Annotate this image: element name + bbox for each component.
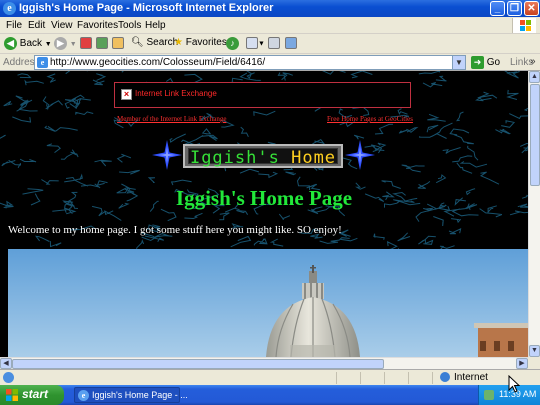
back-label: Back	[19, 38, 43, 50]
address-bar: Address e http://www.geocities.com/Colos…	[0, 54, 540, 71]
address-dropdown-icon[interactable]: ▼	[452, 56, 465, 69]
go-arrow-icon: ➜	[471, 56, 484, 69]
minimize-button[interactable]: _	[490, 1, 505, 16]
task-label: Iggish's Home Page - ...	[92, 390, 188, 400]
ie-task-icon: e	[78, 390, 89, 401]
security-zone: Internet	[440, 372, 488, 383]
status-divider	[432, 372, 433, 384]
web-page-content: × Internet Link Exchange Member of the I…	[0, 71, 528, 357]
logo-word-2: Home	[291, 148, 337, 168]
st-peters-dome-photo	[8, 249, 528, 357]
home-logo: Iggish's Home	[183, 144, 343, 168]
title-bar: e Iggish's Home Page - Microsoft Interne…	[0, 0, 540, 17]
stop-button[interactable]	[80, 37, 92, 49]
search-button[interactable]: 🔍︎ Search	[131, 37, 178, 48]
internet-globe-icon	[440, 372, 450, 383]
forward-dropdown-icon[interactable]: ▼	[70, 41, 77, 48]
address-input[interactable]: e http://www.geocities.com/Colosseum/Fie…	[34, 55, 466, 70]
right-star-icon	[345, 140, 375, 170]
menu-help[interactable]: Help	[145, 20, 166, 31]
scroll-left-icon[interactable]: ◀	[0, 358, 12, 369]
edit-button[interactable]	[285, 37, 297, 49]
media-button[interactable]: ♪	[226, 37, 239, 50]
menu-bar: File Edit View Favorites Tools Help	[0, 17, 540, 34]
link-free-home-pages[interactable]: Free Home Pages at GeoCities	[327, 115, 413, 123]
welcome-text: Welcome to my home page. I got some stuf…	[8, 224, 342, 236]
mail-icon	[246, 37, 258, 49]
print-button[interactable]	[268, 37, 280, 49]
mouse-cursor-icon	[508, 375, 520, 393]
zone-label: Internet	[454, 372, 488, 383]
status-bar: Internet	[0, 369, 540, 385]
scrollbar-corner	[528, 357, 540, 369]
media-icon: ♪	[226, 37, 239, 50]
page-status-icon	[3, 372, 14, 383]
links-chevron-icon[interactable]: »	[530, 56, 536, 67]
forward-arrow-icon: ▶	[54, 37, 67, 50]
go-button[interactable]: ➜ Go	[471, 56, 500, 69]
tray-network-icon[interactable]	[484, 390, 494, 400]
print-icon	[268, 37, 280, 49]
status-divider	[384, 372, 385, 384]
scroll-up-icon[interactable]: ▲	[529, 71, 540, 83]
start-label: start	[22, 387, 49, 401]
link-exchange-banner[interactable]: × Internet Link Exchange	[114, 82, 411, 108]
back-arrow-icon: ◀	[4, 37, 17, 50]
status-divider	[408, 372, 409, 384]
home-button[interactable]	[112, 37, 124, 49]
scroll-down-icon[interactable]: ▼	[529, 345, 540, 357]
edit-page-icon	[285, 37, 297, 49]
go-label: Go	[486, 57, 501, 69]
stop-icon	[80, 37, 92, 49]
page-icon: e	[37, 57, 48, 68]
status-divider	[336, 372, 337, 384]
menu-favorites[interactable]: Favorites	[77, 20, 118, 31]
scroll-right-icon[interactable]: ▶	[516, 358, 528, 369]
home-icon	[112, 37, 124, 49]
refresh-button[interactable]	[96, 37, 108, 49]
horizontal-scrollbar[interactable]: ◀ ▶	[0, 357, 528, 369]
menu-view[interactable]: View	[51, 20, 73, 31]
page-heading: Iggish's Home Page	[175, 186, 353, 210]
left-star-icon	[152, 140, 182, 170]
banner-text: Internet Link Exchange	[135, 89, 217, 98]
horizontal-scroll-thumb[interactable]	[12, 359, 384, 369]
maximize-button[interactable]: ❐	[507, 1, 522, 16]
search-icon: 🔍︎	[131, 37, 144, 48]
ie-logo-icon: e	[3, 2, 16, 15]
status-divider	[360, 372, 361, 384]
link-member-exchange[interactable]: Member of the Internet Link Exchange	[117, 115, 226, 123]
favorites-star-icon: ★	[174, 37, 183, 48]
back-dropdown-icon[interactable]: ▼	[45, 41, 52, 48]
mail-dropdown-icon[interactable]: ▼	[258, 41, 265, 48]
mail-button[interactable]: ▼	[246, 37, 265, 49]
address-url[interactable]: http://www.geocities.com/Colosseum/Field…	[50, 57, 265, 68]
forward-button[interactable]: ▶ ▼	[54, 37, 77, 50]
taskbar: start e Iggish's Home Page - ... 11:39 A…	[0, 385, 540, 405]
menu-tools[interactable]: Tools	[118, 20, 141, 31]
close-button[interactable]: ✕	[524, 1, 539, 16]
toolbar: ◀ Back ▼ ▶ ▼ 🔍︎ Search ★ Favorites ♪ ▼	[0, 34, 540, 54]
start-button[interactable]: start	[0, 385, 64, 405]
menu-file[interactable]: File	[6, 20, 22, 31]
windows-flag-icon	[6, 389, 18, 401]
windows-flag-icon	[512, 18, 536, 33]
logo-word-1: Iggish's	[189, 148, 280, 168]
broken-image-icon: ×	[121, 89, 132, 100]
refresh-icon	[96, 37, 108, 49]
taskbar-item-ie[interactable]: e Iggish's Home Page - ...	[74, 387, 188, 403]
menu-edit[interactable]: Edit	[28, 20, 45, 31]
favorites-label: Favorites	[185, 37, 227, 48]
window-title: Iggish's Home Page - Microsoft Internet …	[19, 2, 274, 14]
back-button[interactable]: ◀ Back ▼	[4, 37, 52, 50]
vertical-scrollbar[interactable]: ▲ ▼	[528, 71, 540, 357]
favorites-button[interactable]: ★ Favorites	[174, 37, 227, 48]
vertical-scroll-thumb[interactable]	[530, 84, 540, 186]
